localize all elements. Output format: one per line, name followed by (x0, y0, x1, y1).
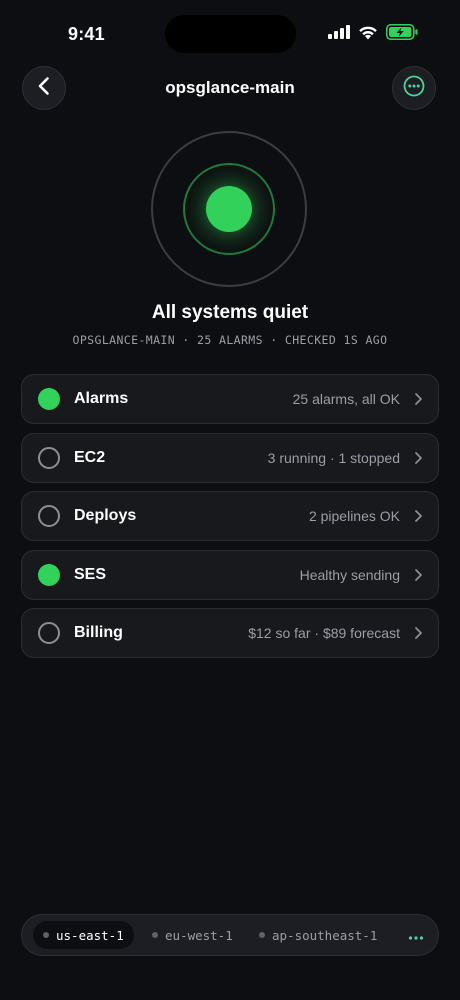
region-tab-ap-southeast-1[interactable]: ap-southeast-1 (249, 921, 387, 949)
service-label: Alarms (74, 390, 129, 407)
service-detail: 2 pipelines OK (308, 508, 400, 524)
ellipsis-circle-icon (403, 75, 425, 102)
service-row-alarms[interactable]: Alarms 25 alarms, all OK (21, 374, 439, 424)
service-row-deploys[interactable]: Deploys 2 pipelines OK (21, 491, 439, 541)
page-title: opsglance-main (165, 78, 295, 97)
status-orb-indicator (206, 186, 252, 232)
region-label: eu-west-1 (165, 927, 233, 943)
status-dot (38, 505, 60, 527)
dynamic-island (165, 15, 296, 53)
more-options-button[interactable] (392, 66, 436, 110)
service-label: Deploys (74, 507, 137, 524)
service-list: Alarms 25 alarms, all OK EC2 3 running ·… (21, 374, 439, 667)
service-detail: 3 running · 1 stopped (267, 449, 400, 466)
chevron-right-icon (414, 626, 423, 645)
region-selector: us-east-1 eu-west-1 ap-southeast-1 (21, 914, 439, 956)
region-tab-eu-west-1[interactable]: eu-west-1 (142, 921, 243, 949)
chevron-right-icon (414, 509, 423, 528)
region-label: us-east-1 (56, 927, 124, 943)
service-detail: 25 alarms, all OK (292, 391, 400, 407)
chevron-right-icon (414, 392, 423, 411)
status-time: 9:41 (68, 24, 105, 44)
status-bar: 9:41 (0, 0, 460, 64)
status-dot (38, 622, 60, 644)
region-dot (152, 932, 158, 938)
wifi-icon (358, 25, 378, 40)
region-label: ap-southeast-1 (272, 927, 378, 943)
cellular-signal-icon (328, 25, 350, 39)
service-row-billing[interactable]: Billing $12 so far · $89 forecast (21, 608, 439, 658)
status-orb (151, 131, 307, 287)
summary-subtitle: OPSGLANCE-MAIN · 25 ALARMS · CHECKED 1S … (72, 333, 388, 347)
service-row-ses[interactable]: SES Healthy sending (21, 549, 439, 600)
summary-title: All systems quiet (151, 302, 309, 323)
battery-charging-icon (386, 24, 418, 40)
more-regions-button[interactable] (408, 928, 424, 946)
service-detail: $12 so far · $89 forecast (248, 625, 400, 641)
status-dot (38, 563, 60, 586)
region-dot (43, 932, 49, 938)
service-detail: Healthy sending (299, 566, 400, 583)
status-dot (38, 446, 60, 469)
service-row-ec2[interactable]: EC2 3 running · 1 stopped (21, 432, 439, 483)
status-dot (38, 388, 60, 410)
service-label: SES (74, 565, 107, 583)
region-dot (259, 932, 265, 938)
status-icons (328, 24, 418, 40)
ellipsis-icon (408, 928, 424, 945)
header: opsglance-main (0, 66, 460, 112)
service-label: EC2 (74, 448, 106, 466)
region-tab-us-east-1[interactable]: us-east-1 (33, 921, 134, 949)
chevron-right-icon (414, 451, 423, 470)
service-label: Billing (74, 624, 123, 641)
chevron-right-icon (414, 568, 423, 587)
